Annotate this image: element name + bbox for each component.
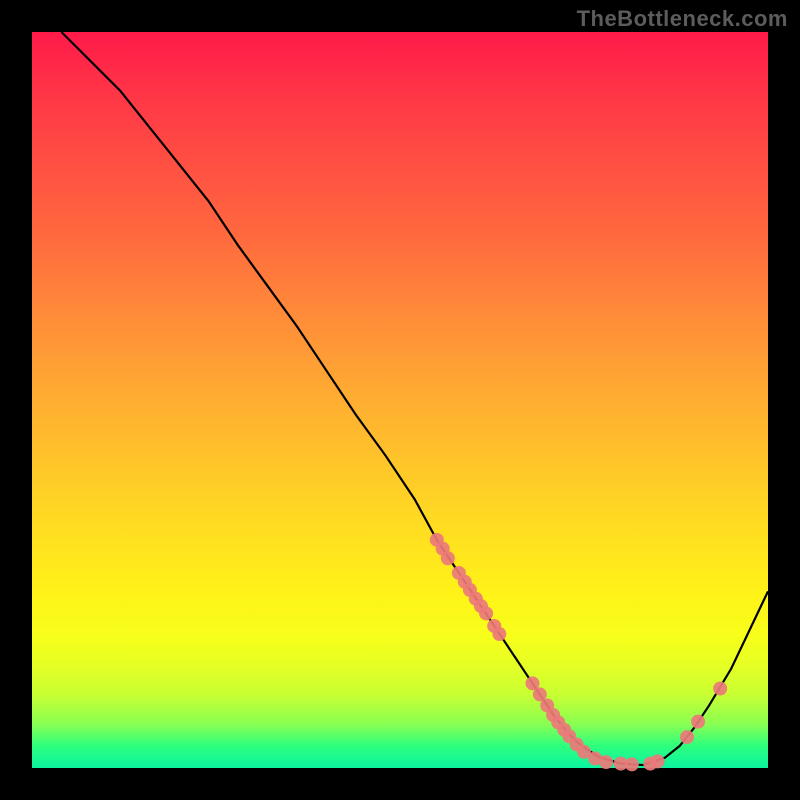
data-dots <box>430 533 727 771</box>
data-dot <box>691 715 705 729</box>
plot-area <box>32 32 768 768</box>
chart-frame: TheBottleneck.com <box>0 0 800 800</box>
data-dot <box>680 730 694 744</box>
data-dot <box>479 606 493 620</box>
chart-svg <box>32 32 768 768</box>
data-dot <box>492 627 506 641</box>
data-dot <box>651 754 665 768</box>
data-dot <box>441 551 455 565</box>
bottleneck-curve <box>61 32 768 765</box>
data-dot <box>599 755 613 769</box>
data-dot <box>713 682 727 696</box>
watermark-text: TheBottleneck.com <box>577 6 788 32</box>
data-dot <box>625 757 639 771</box>
